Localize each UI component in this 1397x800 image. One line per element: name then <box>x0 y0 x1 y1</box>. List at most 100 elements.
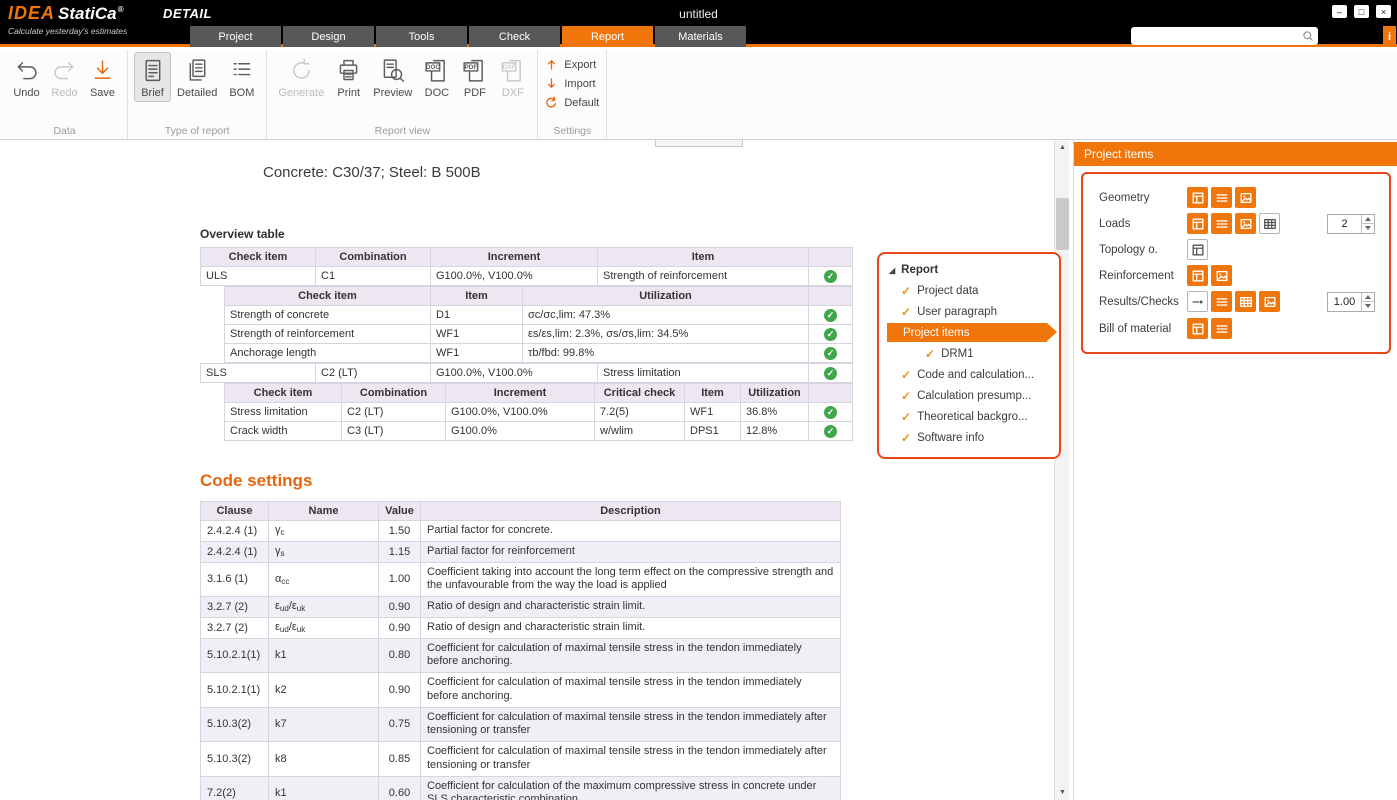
table-cell: WF1 <box>431 344 523 363</box>
picture-icon[interactable] <box>1235 187 1256 208</box>
table-icon[interactable] <box>1187 318 1208 339</box>
table-icon[interactable] <box>1187 213 1208 234</box>
spinner-up-icon[interactable] <box>1362 293 1374 302</box>
doc-button[interactable]: DOCDOC <box>419 53 454 101</box>
table-cell: εs/εs,lim: 2.3%, σs/σs,lim: 34.5% <box>523 325 809 344</box>
table-row: 3.2.7 (2)εud/εuk0.90Ratio of design and … <box>201 597 841 618</box>
grid-icon[interactable] <box>1235 291 1256 312</box>
table-cell: γs <box>269 541 379 562</box>
table-icon[interactable] <box>1187 265 1208 286</box>
scrollbar-thumb[interactable] <box>1056 198 1069 250</box>
table-cell: 3.2.7 (2) <box>201 617 269 638</box>
spinner-down-icon[interactable] <box>1362 223 1374 233</box>
table-cell: 3.1.6 (1) <box>201 562 269 597</box>
checked-checkbox-icon[interactable]: ✓ <box>901 390 911 402</box>
tab-report[interactable]: Report <box>562 26 653 47</box>
scroll-up-icon[interactable]: ▲ <box>1055 140 1070 155</box>
report-scrollbar[interactable]: ▲ ▼ <box>1054 140 1069 800</box>
export-button[interactable]: Export <box>545 58 596 71</box>
results-checks-spinner[interactable]: 1.00 <box>1327 292 1375 312</box>
list-icon[interactable] <box>1211 318 1232 339</box>
logo-statica-text: StatiCa® <box>58 4 123 24</box>
save-button[interactable]: Save <box>85 53 120 101</box>
tree-item-software-info[interactable]: ✓Software info <box>887 428 1047 447</box>
ribbon-button-label: BOM <box>229 87 254 99</box>
pdf-button[interactable]: PDFPDF <box>457 53 492 101</box>
svg-text:PDF: PDF <box>465 64 478 71</box>
status-cell: ✓ <box>809 306 853 325</box>
checked-checkbox-icon[interactable]: ✓ <box>901 306 911 318</box>
line-icon[interactable] <box>1187 291 1208 312</box>
bom-button[interactable]: BOM <box>224 53 259 101</box>
checked-checkbox-icon[interactable]: ✓ <box>901 285 911 297</box>
tree-item-project-data[interactable]: ✓Project data <box>887 281 1047 300</box>
materials-line: Concrete: C30/37; Steel: B 500B <box>263 164 1072 181</box>
tree-item-label: Theoretical backgro... <box>917 411 1028 423</box>
undo-button[interactable]: Undo <box>9 53 44 101</box>
tree-root-label: Report <box>901 264 938 276</box>
tab-design[interactable]: Design <box>283 26 374 47</box>
panel-row-toggles <box>1187 187 1256 208</box>
list-icon[interactable] <box>1211 213 1232 234</box>
table-row: 3.2.7 (2)εud/εuk0.90Ratio of design and … <box>201 617 841 638</box>
overview-table-section: Check itemCombinationIncrementCritical c… <box>224 383 853 441</box>
spinner-up-icon[interactable] <box>1362 215 1374 224</box>
close-button[interactable]: × <box>1376 5 1391 18</box>
picture-icon[interactable] <box>1259 291 1280 312</box>
loads-spinner[interactable]: 2 <box>1327 214 1375 234</box>
ribbon-button-label: Preview <box>373 87 412 99</box>
table-row: 5.10.2.1(1)k20.90Coefficient for calcula… <box>201 673 841 708</box>
list-icon[interactable] <box>1211 291 1232 312</box>
tab-materials[interactable]: Materials <box>655 26 746 47</box>
detailed-button[interactable]: Detailed <box>173 53 221 101</box>
restore-button[interactable]: □ <box>1354 5 1369 18</box>
table-cell: k1 <box>269 776 379 800</box>
tree-item-drm1[interactable]: ✓DRM1 <box>887 344 1047 363</box>
picture-icon[interactable] <box>1235 213 1256 234</box>
table-icon[interactable] <box>1187 239 1208 260</box>
print-button[interactable]: Print <box>331 53 366 101</box>
ribbon-group-label: Data <box>2 125 127 137</box>
list-icon[interactable] <box>1211 187 1232 208</box>
tab-check[interactable]: Check <box>469 26 560 47</box>
minimize-button[interactable]: – <box>1332 5 1347 18</box>
tab-tools[interactable]: Tools <box>376 26 467 47</box>
checked-checkbox-icon[interactable]: ✓ <box>901 369 911 381</box>
ribbon-button-label: DXF <box>502 87 524 99</box>
preview-icon <box>379 57 406 84</box>
tree-item-user-paragraph[interactable]: ✓ User paragraph <box>887 302 1047 321</box>
tree-item-project-items[interactable]: Project items <box>887 323 1047 342</box>
tree-item-calculation-presump[interactable]: ✓Calculation presump... <box>887 386 1047 405</box>
panel-row-label: Geometry <box>1099 192 1187 204</box>
info-button[interactable]: i <box>1383 26 1396 47</box>
expander-icon[interactable]: ◢ <box>889 266 895 275</box>
table-cell: WF1 <box>685 403 741 422</box>
table-icon[interactable] <box>1187 187 1208 208</box>
tree-item-theoretical-backgro[interactable]: ✓ Theoretical backgro... <box>887 407 1047 426</box>
default-button[interactable]: Default <box>545 96 599 109</box>
tree-root-report[interactable]: ◢ Report <box>889 264 1059 276</box>
column-header: Increment <box>446 384 595 403</box>
tree-item-code-and-calculation[interactable]: ✓Code and calculation... <box>887 365 1047 384</box>
spinner-down-icon[interactable] <box>1362 301 1374 311</box>
panel-row-reinforcement: Reinforcement <box>1099 265 1381 286</box>
brief-icon <box>139 57 166 84</box>
search-input[interactable] <box>1131 30 1302 42</box>
tab-project[interactable]: Project <box>190 26 281 47</box>
import-button[interactable]: Import <box>545 77 595 90</box>
scroll-down-icon[interactable]: ▼ <box>1055 785 1070 800</box>
checked-checkbox-icon[interactable]: ✓ <box>901 432 911 444</box>
brief-button[interactable]: Brief <box>135 53 170 101</box>
table-row: Crack widthC3 (LT)G100.0%w/wlimDPS112.8%… <box>225 422 853 441</box>
content-area: Concrete: C30/37; Steel: B 500B Overview… <box>0 140 1397 800</box>
column-header: Value <box>379 502 421 521</box>
grid-icon[interactable] <box>1259 213 1280 234</box>
table-cell: C2 (LT) <box>342 403 446 422</box>
checked-checkbox-icon[interactable]: ✓ <box>901 411 911 423</box>
preview-button[interactable]: Preview <box>369 53 416 101</box>
tree-item-label: User paragraph <box>917 306 997 318</box>
picture-icon[interactable] <box>1211 265 1232 286</box>
table-cell: 0.90 <box>379 597 421 618</box>
panel-row-label: Bill of material <box>1099 323 1187 335</box>
checked-checkbox-icon[interactable]: ✓ <box>925 348 935 360</box>
